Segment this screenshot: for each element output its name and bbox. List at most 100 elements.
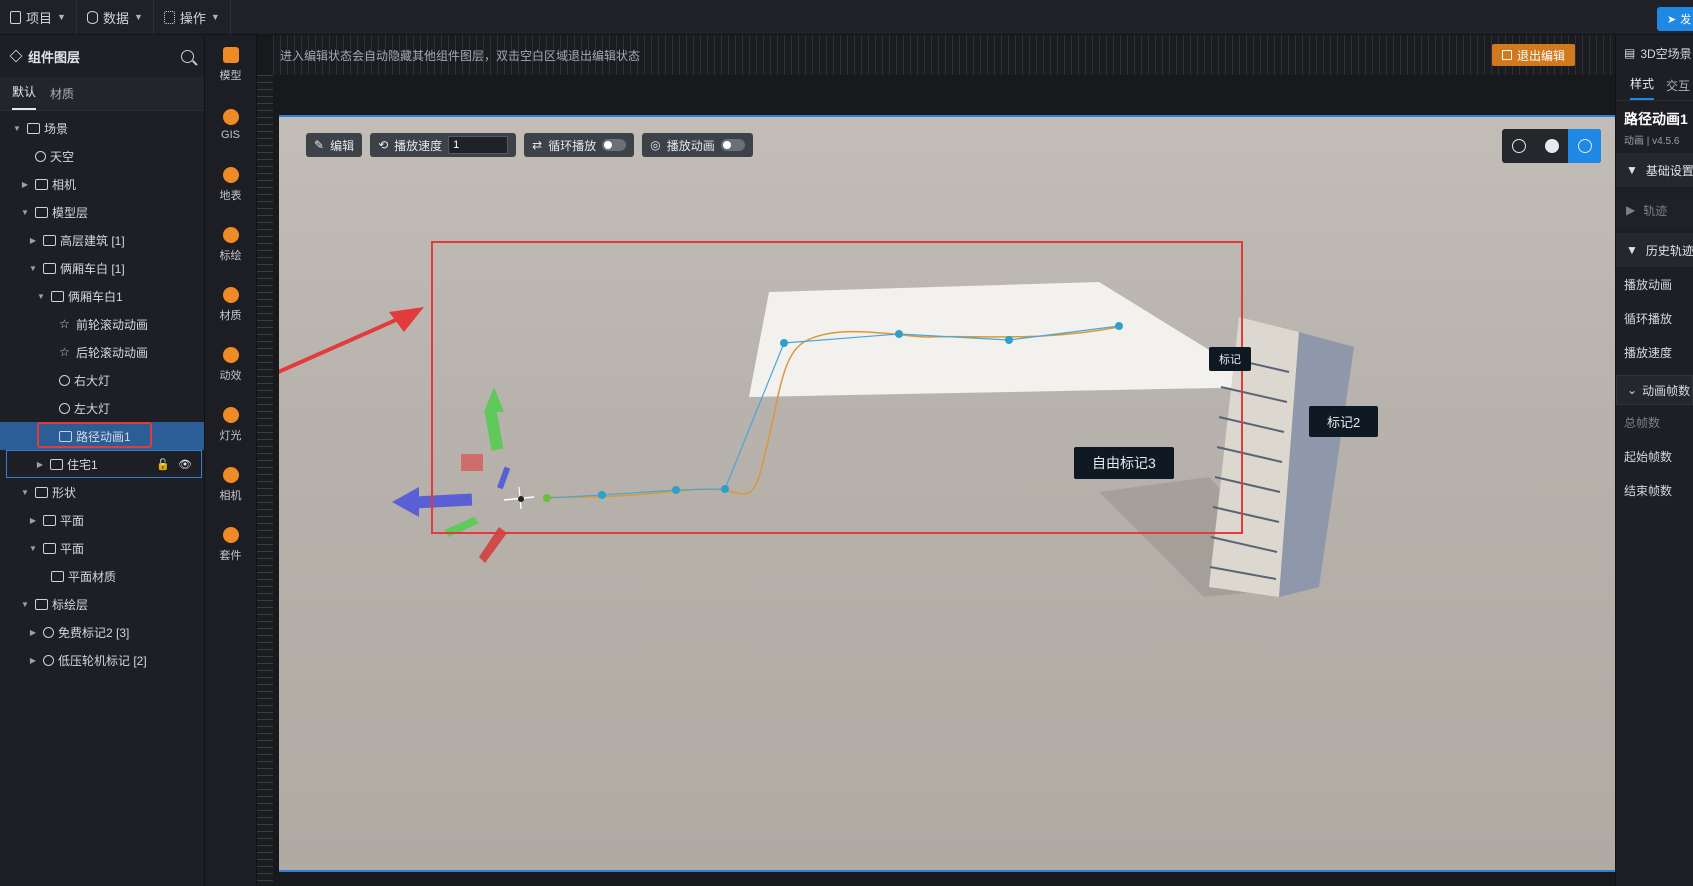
tree-item-label: 前轮滚动动画 <box>76 317 149 332</box>
tab-default[interactable]: 默认 <box>12 83 37 110</box>
menu-data[interactable]: 数据 ▼ <box>77 0 154 35</box>
view-mode-switch <box>1502 129 1601 163</box>
props-header-label: 3D空场景 <box>1640 46 1692 61</box>
globe-icon <box>1511 139 1526 153</box>
tab-material[interactable]: 材质 <box>50 85 74 110</box>
layer-panel: 组件图层 默认 材质 ▼ 场景 天空 ▶ 相机 ▼ 模型层 ▶ 高层建筑 [1] ▼ 俩厢车白 [1… <box>0 35 205 886</box>
top-menu-bar: 项目 ▼ 数据 ▼ 操作 ▼ ➤ 发 <box>0 0 1693 35</box>
tree-item[interactable]: ▼ 形状 <box>0 478 204 506</box>
tree-item[interactable]: ▼ 俩厢车白 [1] <box>0 254 204 282</box>
tree-item[interactable]: ▼ 模型层 <box>0 198 204 226</box>
component-camera[interactable]: 相机 <box>205 455 256 515</box>
section-basic[interactable]: ▼ 基础设置 <box>1616 153 1693 187</box>
tree-item[interactable]: ☆ 前轮滚动动画 <box>0 310 204 338</box>
tree-item[interactable]: 天空 <box>0 142 204 170</box>
chevron-down-icon: ▼ <box>57 12 66 22</box>
component-kit[interactable]: 套件 <box>205 515 256 575</box>
folder-icon <box>35 206 48 218</box>
caret-down-icon[interactable]: ▼ <box>36 292 46 301</box>
marker-tag-3[interactable]: 自由标记3 <box>1074 447 1174 479</box>
tab-style[interactable]: 样式 <box>1630 75 1655 100</box>
edit-button[interactable]: ✎ 编辑 <box>306 133 363 157</box>
tree-item[interactable]: ▶ 住宅1 🔓 👁 <box>6 450 202 478</box>
component-light[interactable]: 灯光 <box>205 395 256 455</box>
tree-item[interactable]: ▶ 免费标记2 [3] <box>0 618 204 646</box>
component-model[interactable]: 模型 <box>205 35 256 95</box>
layer-tabs: 默认 材质 <box>0 77 204 111</box>
caret-down-icon[interactable]: ▼ <box>28 264 38 273</box>
folder-icon <box>35 486 48 498</box>
tree-item[interactable]: 路径动画1 <box>0 422 204 450</box>
view-globe[interactable] <box>1502 129 1535 163</box>
menu-project[interactable]: 项目 ▼ <box>0 0 77 35</box>
tree-item[interactable]: ▶ 平面 <box>0 506 204 534</box>
marker-tag-2[interactable]: 标记2 <box>1309 406 1379 437</box>
search-icon[interactable] <box>181 49 194 63</box>
component-pin[interactable]: 标绘 <box>205 215 256 275</box>
tree-item[interactable]: ▼ 场景 <box>0 114 204 142</box>
layer-tree: ▼ 场景 天空 ▶ 相机 ▼ 模型层 ▶ 高层建筑 [1] ▼ 俩厢车白 [1] ▼ 俩厢车白1 ☆ 前轮滚… <box>0 111 204 674</box>
menu-project-label: 项目 <box>26 10 53 26</box>
tab-interaction[interactable]: 交互 <box>1666 77 1690 100</box>
caret-down-icon: ▼ <box>1626 243 1638 257</box>
model-icon <box>222 47 239 63</box>
component-label: 套件 <box>219 550 242 562</box>
tree-item-label: 平面 <box>60 513 85 528</box>
component-terrain[interactable]: 地表 <box>205 155 256 215</box>
tree-item[interactable]: ▼ 平面 <box>0 534 204 562</box>
caret-right-icon[interactable]: ▶ <box>35 460 45 469</box>
tree-item[interactable]: ▼ 标绘层 <box>0 590 204 618</box>
cube-icon <box>50 458 63 470</box>
caret-down-icon[interactable]: ▼ <box>20 488 30 497</box>
exit-edit-button[interactable]: 退出编辑 <box>1491 44 1575 66</box>
tree-item[interactable]: ☆ 后轮滚动动画 <box>0 338 204 366</box>
caret-down-icon[interactable]: ▼ <box>12 124 22 133</box>
component-material[interactable]: 材质 <box>205 275 256 335</box>
tree-item[interactable]: ▶ 高层建筑 [1] <box>0 226 204 254</box>
marker-tag-1[interactable]: 标记 <box>1209 347 1251 371</box>
section-frames[interactable]: ⌄ 动画帧数 <box>1616 375 1693 405</box>
caret-down-icon[interactable]: ▼ <box>28 544 38 553</box>
scene-viewport[interactable]: ✎ 编辑 ⟲ 播放速度 ⇄ 循环播放 ◎ 播放动画 <box>279 115 1615 871</box>
section-track[interactable]: ▶ 轨迹 <box>1616 193 1693 227</box>
caret-right-icon[interactable]: ▶ <box>28 656 38 665</box>
component-label: 模型 <box>219 70 242 82</box>
layers-icon <box>9 49 23 63</box>
section-history[interactable]: ▼ 历史轨迹 <box>1616 233 1693 267</box>
component-gis[interactable]: GIS <box>205 95 256 155</box>
publish-button[interactable]: ➤ 发 <box>1657 7 1693 31</box>
tree-item[interactable]: 左大灯 <box>0 394 204 422</box>
row-speed: 播放速度 <box>1624 345 1673 360</box>
tree-item-label: 左大灯 <box>74 401 111 416</box>
speed-input[interactable] <box>448 136 509 154</box>
folder-icon <box>43 234 56 246</box>
tree-item-label: 平面材质 <box>68 569 117 584</box>
caret-right-icon[interactable]: ▶ <box>28 516 38 525</box>
component-effect[interactable]: 动效 <box>205 335 256 395</box>
tree-item[interactable]: 平面材质 <box>0 562 204 590</box>
ruler-left <box>257 75 273 886</box>
loop-toggle[interactable] <box>602 139 627 151</box>
menu-operation[interactable]: 操作 ▼ <box>154 0 231 35</box>
unlock-icon[interactable]: 🔓 <box>156 458 170 471</box>
row-end-frame: 结束帧数 <box>1624 483 1673 498</box>
caret-down-icon[interactable]: ▼ <box>20 600 30 609</box>
component-label: 灯光 <box>219 430 242 442</box>
speed-icon: ⟲ <box>378 138 389 152</box>
caret-right-icon[interactable]: ▶ <box>28 236 38 245</box>
caret-right-icon[interactable]: ▶ <box>28 628 38 637</box>
caret-down-icon[interactable]: ▼ <box>20 208 30 217</box>
folder-icon <box>43 262 56 274</box>
gizmo-x-arrow[interactable] <box>392 487 419 517</box>
menu-operation-label: 操作 <box>179 10 206 26</box>
eye-icon[interactable]: 👁 <box>178 458 192 471</box>
tree-item[interactable]: ▶ 低压轮机标记 [2] <box>0 646 204 674</box>
view-orbit[interactable] <box>1568 129 1601 163</box>
tree-item[interactable]: ▶ 相机 <box>0 170 204 198</box>
view-solid[interactable] <box>1535 129 1568 163</box>
scene-icon <box>27 122 40 134</box>
caret-right-icon[interactable]: ▶ <box>20 180 30 189</box>
play-toggle[interactable] <box>720 139 745 151</box>
tree-item[interactable]: 右大灯 <box>0 366 204 394</box>
tree-item[interactable]: ▼ 俩厢车白1 <box>0 282 204 310</box>
